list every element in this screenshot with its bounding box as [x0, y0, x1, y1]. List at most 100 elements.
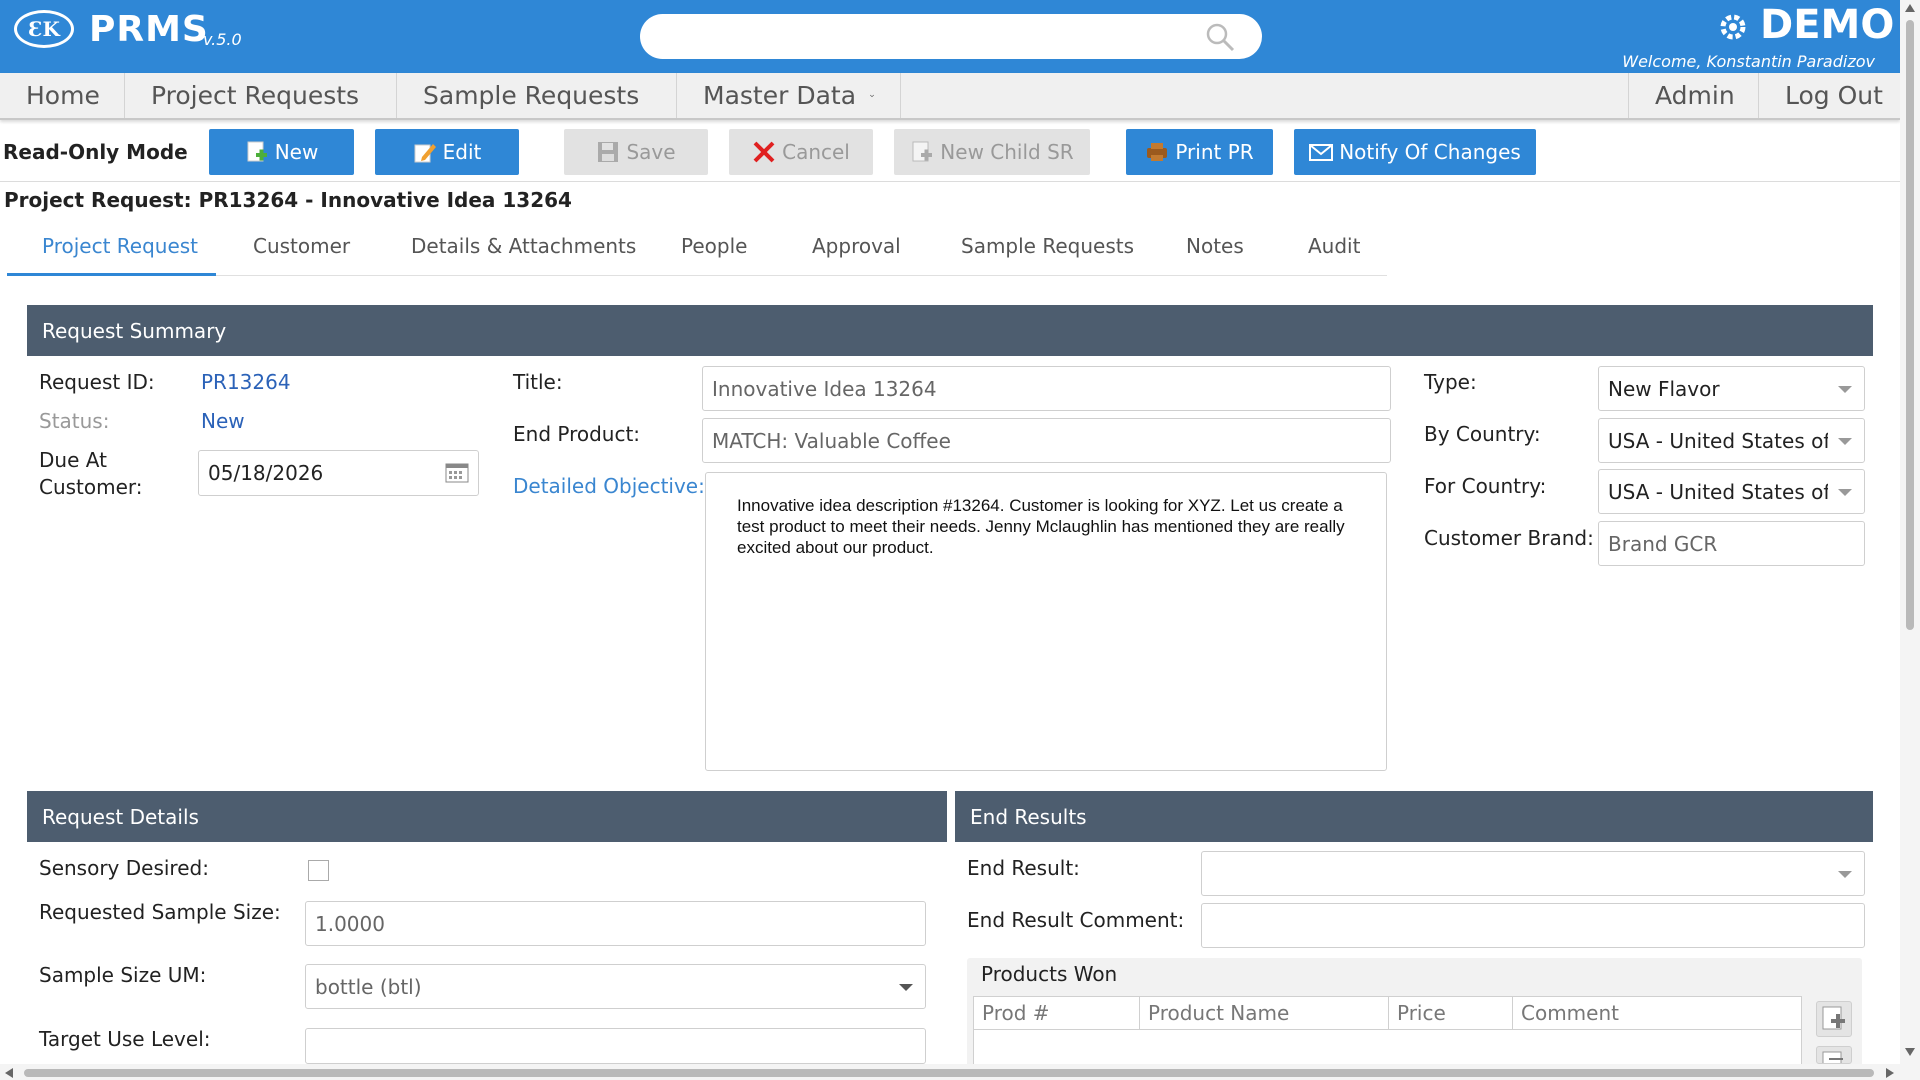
end-product-label: End Product: — [513, 422, 641, 446]
new-child-sr-button[interactable]: New Child SR — [894, 129, 1090, 175]
due-date-value: 05/18/2026 — [208, 461, 324, 485]
sensory-desired-label: Sensory Desired: — [39, 856, 209, 880]
sample-size-field[interactable]: 1.0000 — [305, 901, 926, 946]
nav-sample-requests[interactable]: Sample Requests — [397, 73, 677, 118]
end-result-comment-label: End Result Comment: — [967, 908, 1185, 932]
app-version: v.5.0 — [203, 30, 242, 49]
chevron-down-icon — [1838, 870, 1852, 878]
tab-sample-requests[interactable]: Sample Requests — [961, 234, 1134, 276]
sample-size-um-select[interactable]: bottle (btl) — [305, 964, 926, 1009]
sample-size-value: 1.0000 — [315, 911, 385, 936]
notify-of-changes-button[interactable]: Notify Of Changes — [1294, 129, 1536, 175]
nav-master-data[interactable]: Master Data — [677, 73, 901, 118]
column-header-label: Price — [1397, 1001, 1446, 1025]
title-value: Innovative Idea 13264 — [712, 376, 937, 401]
chevron-down-icon — [1838, 488, 1852, 496]
title-label: Title: — [513, 370, 563, 394]
environment-label: DEMO — [1760, 2, 1895, 48]
tab-audit[interactable]: Audit — [1308, 234, 1360, 276]
column-header-label: Comment — [1521, 1001, 1619, 1025]
search-input[interactable] — [640, 14, 1262, 59]
read-only-mode-label: Read-Only Mode — [3, 140, 188, 164]
column-header-label: Prod # — [982, 1001, 1050, 1025]
nav-admin[interactable]: Admin — [1628, 73, 1758, 118]
tab-project-request[interactable]: Project Request — [42, 234, 198, 276]
detailed-objective-textarea[interactable]: Innovative idea description #13264. Cust… — [705, 472, 1387, 771]
end-result-comment-field[interactable] — [1201, 903, 1865, 948]
floppy-disk-icon — [598, 142, 619, 162]
due-date-field[interactable]: 05/18/2026 — [198, 450, 479, 496]
nav-logout-label: Log Out — [1785, 81, 1883, 110]
title-field[interactable]: Innovative Idea 13264 — [702, 366, 1391, 411]
customer-brand-field[interactable]: Brand GCR — [1598, 521, 1865, 566]
calendar-icon[interactable] — [445, 461, 469, 483]
chevron-down-icon — [1838, 385, 1852, 393]
scroll-left-arrow-icon[interactable] — [5, 1068, 13, 1078]
for-country-select[interactable]: USA - United States of A — [1598, 469, 1865, 514]
nav-home-label: Home — [26, 81, 100, 110]
tab-people[interactable]: People — [681, 234, 747, 276]
main-nav: Home Project Requests Sample Requests Ma… — [0, 73, 1900, 120]
scroll-down-arrow-icon[interactable] — [1905, 1048, 1915, 1056]
tab-customer[interactable]: Customer — [253, 234, 350, 276]
tab-notes[interactable]: Notes — [1186, 234, 1244, 276]
scroll-up-arrow-icon[interactable] — [1905, 4, 1915, 12]
save-button[interactable]: Save — [564, 129, 708, 175]
request-id-value[interactable]: PR13264 — [201, 370, 291, 394]
end-result-select[interactable] — [1201, 851, 1865, 896]
end-product-field[interactable]: MATCH: Valuable Coffee — [702, 418, 1391, 463]
envelope-icon — [1309, 144, 1334, 161]
by-country-select[interactable]: USA - United States of A — [1598, 418, 1865, 463]
column-header-product-name[interactable]: Product Name — [1139, 996, 1389, 1030]
detailed-objective-value: Innovative idea description #13264. Cust… — [737, 496, 1345, 557]
welcome-text: Welcome, Konstantin Paradizov — [1622, 52, 1875, 71]
chevron-down-icon — [870, 94, 874, 97]
for-country-value: USA - United States of A — [1608, 479, 1828, 504]
app-header: ƐK PRMS v.5.0 DEMO Welcome, Konstantin P… — [0, 0, 1900, 73]
column-header-price[interactable]: Price — [1388, 996, 1513, 1030]
edit-product-button[interactable] — [1816, 1046, 1852, 1064]
end-results-title: End Results — [970, 804, 1087, 829]
new-child-sr-button-label: New Child SR — [940, 140, 1074, 164]
horizontal-scroll-thumb[interactable] — [24, 1069, 1874, 1077]
vertical-scroll-thumb[interactable] — [1906, 20, 1914, 630]
target-use-level-field[interactable] — [305, 1028, 926, 1064]
column-header-comment[interactable]: Comment — [1512, 996, 1802, 1030]
add-product-button[interactable] — [1816, 1001, 1852, 1037]
sample-size-um-value: bottle (btl) — [315, 974, 422, 999]
add-icon — [1822, 1006, 1845, 1030]
company-logo[interactable]: ƐK — [14, 10, 74, 48]
print-pr-button[interactable]: Print PR — [1126, 129, 1273, 175]
edit-button-label: Edit — [442, 140, 482, 164]
target-use-level-label: Target Use Level: — [39, 1027, 211, 1051]
for-country-label: For Country: — [1424, 474, 1547, 498]
new-button[interactable]: New — [209, 129, 354, 175]
tab-details-attachments[interactable]: Details & Attachments — [411, 234, 636, 276]
scroll-right-arrow-icon[interactable] — [1886, 1068, 1894, 1078]
type-value: New Flavor — [1608, 376, 1720, 401]
type-label: Type: — [1424, 370, 1477, 394]
request-details-header: Request Details — [27, 791, 947, 842]
edit-button[interactable]: Edit — [375, 129, 519, 175]
detailed-objective-label[interactable]: Detailed Objective: — [513, 474, 705, 498]
nav-home[interactable]: Home — [0, 73, 125, 118]
app-name: PRMS — [89, 9, 209, 50]
nav-sample-requests-label: Sample Requests — [423, 81, 640, 110]
customer-brand-label: Customer Brand: — [1424, 526, 1594, 550]
nav-master-data-label: Master Data — [703, 81, 857, 110]
cancel-button-label: Cancel — [782, 140, 850, 164]
new-button-label: New — [274, 140, 319, 164]
toolbar-divider — [0, 181, 1900, 182]
cancel-button[interactable]: Cancel — [729, 129, 873, 175]
nav-admin-label: Admin — [1655, 81, 1735, 110]
type-select[interactable]: New Flavor — [1598, 366, 1865, 411]
tab-approval[interactable]: Approval — [812, 234, 901, 276]
nav-project-requests[interactable]: Project Requests — [125, 73, 397, 118]
column-header-label: Product Name — [1148, 1001, 1290, 1025]
column-header-prod-num[interactable]: Prod # — [973, 996, 1140, 1030]
nav-logout[interactable]: Log Out — [1758, 73, 1900, 118]
sensory-desired-checkbox[interactable] — [308, 860, 329, 881]
request-details-title: Request Details — [42, 804, 199, 829]
search-icon[interactable] — [1205, 22, 1235, 52]
customer-brand-value: Brand GCR — [1608, 531, 1718, 556]
